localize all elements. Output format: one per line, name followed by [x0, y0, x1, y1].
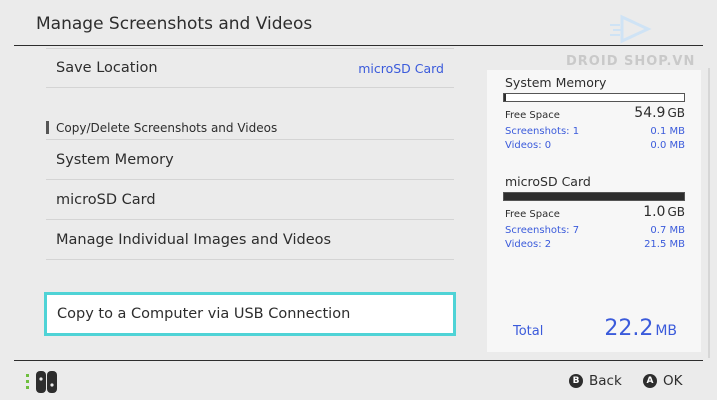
save-location-label: Save Location [56, 60, 158, 76]
menu-item-label: microSD Card [56, 191, 156, 208]
menu-item-manage-individual[interactable]: Manage Individual Images and Videos [46, 220, 454, 260]
save-location-row[interactable]: Save Location microSD Card [46, 48, 454, 88]
joycon-controller-icon [26, 371, 57, 393]
b-button-icon: B [569, 374, 583, 388]
storage-info-panel: System Memory Free Space 54.9 GB Screensh… [487, 70, 701, 352]
microsd-heading: microSD Card [505, 174, 591, 189]
droidshop-logo-icon [610, 14, 652, 44]
system-memory-bar-fill [504, 94, 506, 101]
save-location-value: microSD Card [358, 60, 444, 76]
system-memory-free-label: Free Space [505, 110, 560, 121]
microsd-free-label: Free Space [505, 209, 560, 220]
ok-label: OK [663, 373, 683, 389]
back-button[interactable]: B Back [569, 373, 622, 389]
free-value-number: 1.0 [643, 204, 666, 220]
system-memory-videos-size: 0.0 MB [650, 140, 685, 151]
system-memory-videos: Videos: 0 [505, 140, 552, 151]
header: Manage Screenshots and Videos [0, 0, 717, 46]
system-memory-screenshots-size: 0.1 MB [650, 126, 685, 137]
free-value-number: 54.9 [634, 105, 666, 121]
watermark-text: DROID SHOP.VN [566, 54, 696, 69]
menu-item-label: System Memory [56, 151, 174, 168]
total-unit: MB [655, 323, 677, 339]
microsd-bar [503, 192, 685, 201]
scrollbar[interactable] [708, 68, 710, 358]
menu-item-label: Manage Individual Images and Videos [56, 231, 332, 248]
a-button-icon: A [643, 374, 657, 388]
section-header: Copy/Delete Screenshots and Videos [46, 116, 454, 140]
total-label: Total [513, 324, 544, 339]
menu-item-label: Copy to a Computer via USB Connection [57, 306, 351, 322]
menu-item-system-memory[interactable]: System Memory [46, 140, 454, 180]
system-memory-heading: System Memory [505, 75, 607, 90]
system-memory-screenshots: Screenshots: 1 [505, 126, 580, 137]
footer-divider [14, 360, 703, 361]
microsd-free-value: 1.0 GB [643, 204, 685, 220]
page-title: Manage Screenshots and Videos [36, 14, 313, 34]
system-memory-bar [503, 93, 685, 102]
microsd-screenshots-size: 0.7 MB [650, 225, 685, 236]
microsd-bar-fill [504, 193, 684, 200]
total-number: 22.2 [604, 316, 654, 341]
microsd-videos: Videos: 2 [505, 239, 552, 250]
free-value-unit: GB [667, 205, 685, 219]
system-memory-free-value: 54.9 GB [634, 105, 685, 121]
total-value: 22.2 MB [604, 316, 677, 341]
microsd-videos-size: 21.5 MB [644, 239, 685, 250]
microsd-screenshots: Screenshots: 7 [505, 225, 580, 236]
back-label: Back [589, 373, 622, 389]
menu-item-microsd-card[interactable]: microSD Card [46, 180, 454, 220]
menu-item-copy-usb[interactable]: Copy to a Computer via USB Connection [44, 292, 456, 336]
ok-button[interactable]: A OK [643, 373, 682, 389]
free-value-unit: GB [667, 106, 685, 120]
